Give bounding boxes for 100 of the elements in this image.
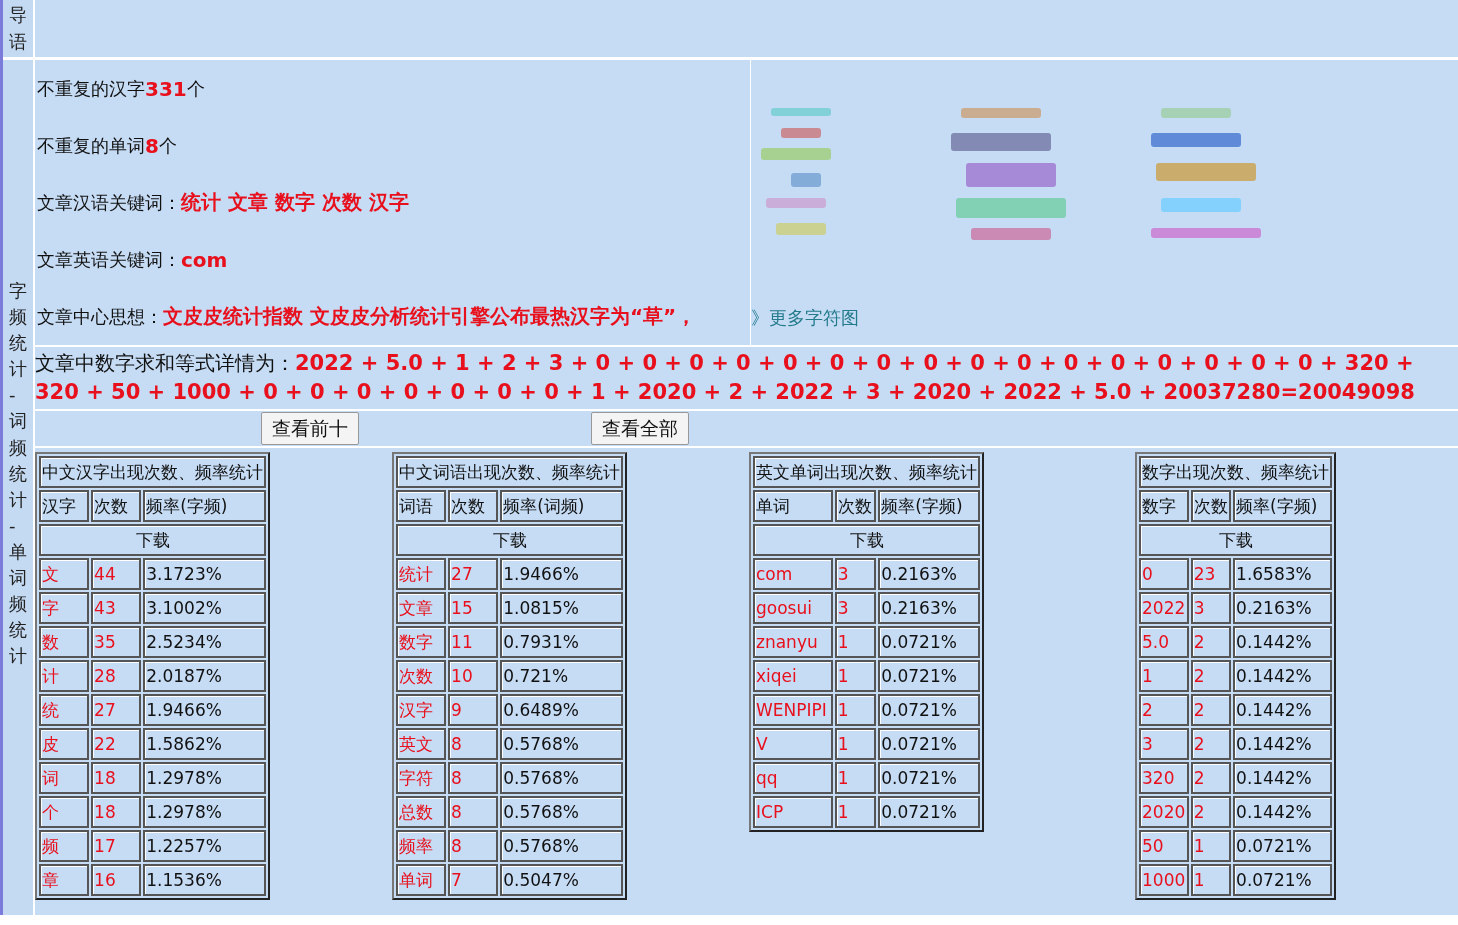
- table-cell: 0.0721%: [1233, 864, 1332, 896]
- table-cell: 2: [1139, 694, 1189, 726]
- table-cell: 1: [834, 626, 877, 658]
- table-cell: 0.2163%: [878, 592, 980, 624]
- download-link[interactable]: 下载: [396, 524, 623, 556]
- table-cell: 0.1442%: [1233, 626, 1332, 658]
- table-cell: 28: [91, 660, 142, 692]
- side-label: 字频统计-词频统计-单词频统计: [9, 279, 27, 669]
- table-cell: 字符: [396, 762, 447, 794]
- column-header: 单词: [753, 490, 833, 522]
- table-cell: 0.1442%: [1233, 796, 1332, 828]
- more-wordclouds-link[interactable]: 》更多字符图: [751, 306, 859, 330]
- table-cell: 0.5768%: [500, 796, 623, 828]
- table-cell: 0.0721%: [878, 762, 980, 794]
- table-cell: V: [753, 728, 833, 760]
- table-cell: 1.9466%: [500, 558, 623, 590]
- table-cell: 1: [1139, 660, 1189, 692]
- table-cell: 22: [91, 728, 142, 760]
- table-cell: 16: [91, 864, 142, 896]
- table-cell: 2020: [1139, 796, 1189, 828]
- summary-line: 文章汉语关键词：统计 文章 数字 次数 汉字: [37, 189, 410, 216]
- table-cell: qq: [753, 762, 833, 794]
- table-cell: 3: [834, 558, 877, 590]
- table-cell: 10: [448, 660, 499, 692]
- table-cell: 5.0: [1139, 626, 1189, 658]
- table-cell: 3.1002%: [143, 592, 266, 624]
- table-cell: 文: [39, 558, 90, 590]
- table-cell: 3: [1190, 592, 1232, 624]
- summary-line: 文章中心思想：文皮皮统计指数 文皮皮分析统计引擎公布最热汉字为“草”，: [37, 303, 698, 330]
- table-cell: 0.0721%: [878, 660, 980, 692]
- table-cell: 0.2163%: [878, 558, 980, 590]
- table-cell: 1: [834, 728, 877, 760]
- summary-line: 不重复的汉字331个: [37, 75, 206, 103]
- table-cell: 频率: [396, 830, 447, 862]
- table-cell: 1.2257%: [143, 830, 266, 862]
- table-cell: 0.2163%: [1233, 592, 1332, 624]
- table-cell: 0.0721%: [878, 694, 980, 726]
- table-cell: 1: [1190, 864, 1232, 896]
- column-header: 频率(字频): [878, 490, 980, 522]
- table-cell: 0.7931%: [500, 626, 623, 658]
- table-cell: 1: [1190, 830, 1232, 862]
- table-cell: 2.5234%: [143, 626, 266, 658]
- table-cell: 8: [448, 728, 499, 760]
- table-cell: 统: [39, 694, 90, 726]
- table-cell: 统计: [396, 558, 447, 590]
- table-cell: 0.0721%: [878, 728, 980, 760]
- table-cell: 英文: [396, 728, 447, 760]
- table-cell: 2: [1190, 660, 1232, 692]
- table-cell: 18: [91, 762, 142, 794]
- download-link[interactable]: 下载: [39, 524, 266, 556]
- column-header: 数字: [1139, 490, 1189, 522]
- table-cell: 章: [39, 864, 90, 896]
- table-cell: 2.0187%: [143, 660, 266, 692]
- table-cell: 词: [39, 762, 90, 794]
- table-cell: 0.6489%: [500, 694, 623, 726]
- download-link[interactable]: 下载: [753, 524, 980, 556]
- table-cell: 0.0721%: [878, 796, 980, 828]
- table-cell: 50: [1139, 830, 1189, 862]
- table-cell: 1: [834, 762, 877, 794]
- table-cell: 15: [448, 592, 499, 624]
- table-cell: 文章: [396, 592, 447, 624]
- table-cell: 个: [39, 796, 90, 828]
- table-cell: 8: [448, 762, 499, 794]
- table-cell: 0.721%: [500, 660, 623, 692]
- table-cell: 44: [91, 558, 142, 590]
- table-cell: 0.5768%: [500, 728, 623, 760]
- table-cell: 0.1442%: [1233, 694, 1332, 726]
- table-cell: 9: [448, 694, 499, 726]
- table-cell: 1.9466%: [143, 694, 266, 726]
- table-cell: 1000: [1139, 864, 1189, 896]
- table-cell: 43: [91, 592, 142, 624]
- table-cell: 0.0721%: [878, 626, 980, 658]
- table-cell: 数字: [396, 626, 447, 658]
- table-cell: 单词: [396, 864, 447, 896]
- table-cell: 0.5768%: [500, 762, 623, 794]
- table-cell: 1.2978%: [143, 762, 266, 794]
- table-cell: 2022: [1139, 592, 1189, 624]
- table-cell: xiqei: [753, 660, 833, 692]
- column-header: 次数: [448, 490, 499, 522]
- table-cell: 23: [1190, 558, 1232, 590]
- table-cell: znanyu: [753, 626, 833, 658]
- table-cell: WENPIPI: [753, 694, 833, 726]
- table-cell: 1.0815%: [500, 592, 623, 624]
- table-title: 中文汉字出现次数、频率统计: [39, 456, 266, 488]
- table-cell: 总数: [396, 796, 447, 828]
- table-cell: 频: [39, 830, 90, 862]
- table-cell: 数: [39, 626, 90, 658]
- table-cell: 27: [91, 694, 142, 726]
- view-button[interactable]: 查看前十: [261, 412, 359, 445]
- side-label: 导语: [9, 3, 27, 54]
- table-cell: 2: [1190, 728, 1232, 760]
- table-cell: 计: [39, 660, 90, 692]
- table-cell: 0.1442%: [1233, 728, 1332, 760]
- table-cell: 1.2978%: [143, 796, 266, 828]
- table-cell: 0.0721%: [1233, 830, 1332, 862]
- view-button[interactable]: 查看全部: [591, 412, 689, 445]
- download-link[interactable]: 下载: [1139, 524, 1332, 556]
- summary-line: 文章英语关键词：com: [37, 246, 229, 274]
- table-cell: 3.1723%: [143, 558, 266, 590]
- table-cell: 18: [91, 796, 142, 828]
